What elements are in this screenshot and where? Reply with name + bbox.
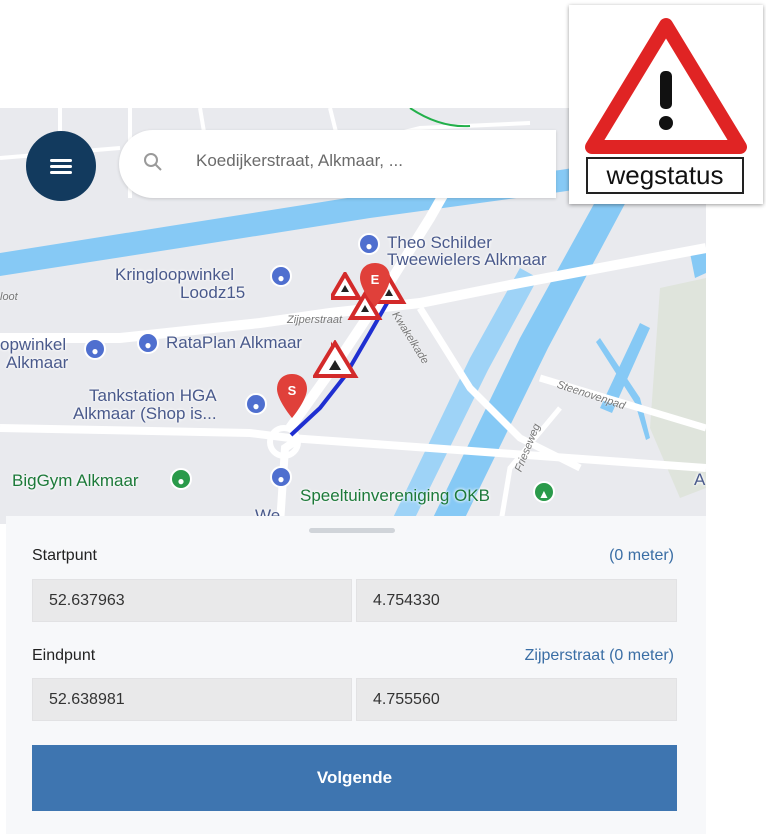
next-button[interactable]: Volgende [32,745,677,811]
route-panel: Startpunt (0 meter) 52.637963 4.754330 E… [6,516,706,834]
wegstatus-logo: wegstatus [569,5,763,204]
start-marker-label: S [287,383,297,398]
shop-poi-icon[interactable]: ● [84,338,106,360]
search-icon [144,153,162,171]
logo-text: wegstatus [586,157,744,194]
poi-label: Alkmaar (Shop is... [73,404,217,423]
poi-label: Tankstation HGA [89,386,217,405]
end-lon-field[interactable]: 4.755560 [356,678,677,721]
end-marker[interactable]: E [360,263,390,312]
start-distance: (0 meter) [609,547,674,564]
warning-triangle-icon [585,18,747,154]
poi-label: Alkmaar [6,353,69,372]
shop-poi-icon[interactable]: ● [270,265,292,287]
start-lat-field[interactable]: 52.637963 [32,579,352,622]
start-lon-field[interactable]: 4.754330 [356,579,677,622]
poi-label: A [694,470,706,489]
start-marker[interactable]: S [277,374,307,423]
shop-poi-icon[interactable]: ● [270,466,292,488]
menu-button[interactable] [26,131,96,201]
poi-label: BigGym Alkmaar [12,471,139,490]
poi-label: Loodz15 [180,283,246,302]
shop-poi-icon[interactable]: ● [358,233,380,255]
end-marker-label: E [370,272,380,287]
roadwork-sign-icon [313,340,359,378]
end-label: Eindpunt [32,647,96,664]
park-poi-icon[interactable]: ▲ [533,481,555,503]
drag-handle[interactable] [309,528,395,533]
poi-label: opwinkel [0,335,67,354]
end-distance: Zijperstraat (0 meter) [524,647,674,664]
start-label: Startpunt [32,547,97,564]
poi-label: Speeltuinvereniging OKB [300,486,490,505]
poi-label: RataPlan Alkmaar [166,333,303,352]
gym-poi-icon[interactable]: ● [170,468,192,490]
fuel-poi-icon[interactable]: ● [245,393,267,415]
street-label: loot [0,291,18,303]
street-label: Zijperstraat [287,314,343,326]
search-input[interactable] [194,150,473,172]
shop-poi-icon[interactable]: ● [137,332,159,354]
poi-label: Tweewielers Alkmaar [387,250,547,269]
poi-label: Kringloopwinkel [115,265,235,284]
end-lat-field[interactable]: 52.638981 [32,678,352,721]
search-bar [119,130,675,198]
hamburger-icon [50,156,72,177]
